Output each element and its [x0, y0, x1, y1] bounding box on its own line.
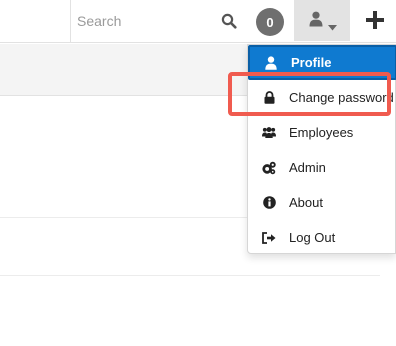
- cogs-icon: [262, 161, 276, 175]
- users-icon: [262, 126, 276, 140]
- search-icon[interactable]: [221, 13, 237, 29]
- menu-item-label: About: [289, 195, 323, 210]
- menu-item-employees[interactable]: Employees: [248, 115, 396, 150]
- search-input[interactable]: [77, 10, 217, 32]
- divider: [0, 275, 380, 276]
- menu-item-logout[interactable]: Log Out: [248, 220, 396, 255]
- menu-item-about[interactable]: About: [248, 185, 396, 220]
- chevron-down-icon: [328, 18, 337, 36]
- logout-icon: [262, 231, 276, 245]
- user-icon: [309, 11, 323, 32]
- highlight-box: [228, 72, 391, 116]
- plus-icon[interactable]: [366, 11, 384, 34]
- menu-item-label: Employees: [289, 125, 354, 140]
- divider: [0, 217, 248, 218]
- info-icon: [262, 196, 276, 210]
- menu-item-label: Admin: [289, 160, 326, 175]
- notification-badge[interactable]: 0: [256, 8, 284, 36]
- user-menu-toggle[interactable]: [294, 0, 350, 41]
- top-navbar: 0: [0, 0, 396, 43]
- menu-item-admin[interactable]: Admin: [248, 150, 396, 185]
- user-icon: [264, 55, 278, 70]
- menu-item-label: Profile: [291, 55, 332, 70]
- menu-item-label: Log Out: [289, 230, 336, 245]
